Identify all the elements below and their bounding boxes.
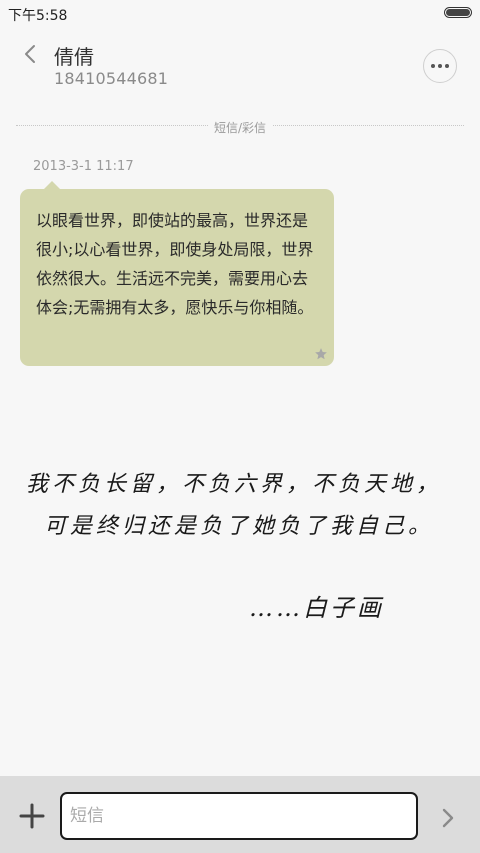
message-timestamp: 2013-3-1 11:17: [33, 159, 134, 174]
battery-icon: [444, 7, 472, 18]
status-time: 下午5:58: [8, 8, 68, 24]
compose-bar: [0, 776, 480, 853]
handwritten-line-2: 可是终归还是负了她负了我自己。: [44, 514, 435, 539]
add-attachment-button[interactable]: [18, 802, 46, 830]
send-button[interactable]: [436, 804, 460, 832]
message-type-label: 短信/彩信: [207, 121, 273, 135]
contact-name: 倩倩: [54, 45, 94, 69]
status-bar: 下午5:58: [0, 0, 480, 26]
handwritten-line-1: 我不负长留，不负六界，不负天地，: [26, 472, 443, 497]
star-icon: [315, 348, 327, 360]
message-text: 以眼看世界，即使站的最高，世界还是很小;以心看世界，即使身处局限，世界依然很大。…: [36, 211, 314, 317]
contact-phone-number: 18410544681: [54, 69, 169, 88]
back-button[interactable]: [16, 40, 44, 68]
messaging-screen: 下午5:58 倩倩 18410544681 短信/彩信 2013-3-1 11:…: [0, 0, 480, 853]
message-input[interactable]: [60, 792, 418, 840]
more-dots-icon: [431, 64, 449, 68]
chevron-left-icon: [25, 45, 35, 63]
plus-icon: [19, 803, 45, 829]
battery-level: [446, 9, 470, 16]
more-options-button[interactable]: [423, 49, 457, 83]
divider-label-row: 短信/彩信: [0, 117, 480, 136]
chevron-right-icon: [442, 808, 454, 828]
handwritten-signature: ……白子画: [249, 594, 384, 622]
message-bubble[interactable]: 以眼看世界，即使站的最高，世界还是很小;以心看世界，即使身处局限，世界依然很大。…: [20, 181, 334, 366]
